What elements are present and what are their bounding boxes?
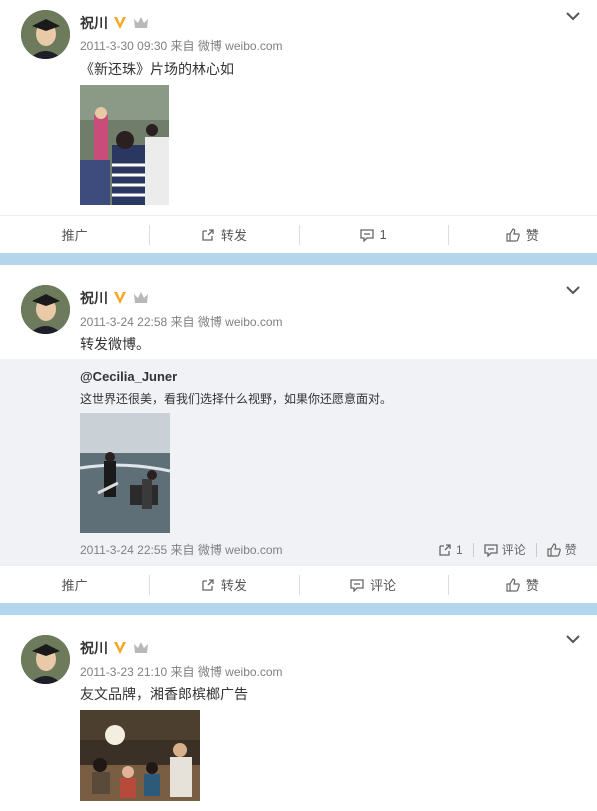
weibo-post-3: 祝川 2011-3-23 21:10 来自 微博 weibo.com 友文品牌，… xyxy=(0,615,597,811)
reposted-photo[interactable] xyxy=(80,413,170,533)
repost-button[interactable]: 转发 xyxy=(149,566,298,603)
action-bar: 推广 转发 评论 赞 xyxy=(0,565,597,603)
share-icon xyxy=(439,543,451,556)
like-icon xyxy=(547,542,561,557)
author-name[interactable]: 祝川 xyxy=(80,639,108,657)
repost-label: 转发 xyxy=(220,228,247,243)
like-icon xyxy=(506,227,520,242)
reposted-actions: 1 评论 赞 xyxy=(438,541,577,558)
share-icon xyxy=(202,228,214,241)
comment-label: 评论 xyxy=(370,578,397,593)
reposted-like-button[interactable]: 赞 xyxy=(547,541,577,558)
like-label: 赞 xyxy=(525,578,539,593)
chevron-down-icon[interactable] xyxy=(565,10,581,22)
post-meta[interactable]: 2011-3-30 09:30 来自 微博 weibo.com xyxy=(80,38,283,54)
post-text: 友文品牌，湘香郎槟榔广告 xyxy=(80,686,248,702)
reposted-content: @Cecilia_Juner 这世界还很美，看我们选择什么视野，如果你还愿意面对… xyxy=(0,359,597,565)
post-meta[interactable]: 2011-3-24 22:58 来自 微博 weibo.com xyxy=(80,314,283,330)
post-photo[interactable] xyxy=(80,710,200,801)
crown-icon[interactable] xyxy=(133,16,149,30)
weibo-post-2: 祝川 2011-3-24 22:58 来自 微博 weibo.com 转发微博。… xyxy=(0,265,597,603)
comment-button[interactable]: 1 xyxy=(298,216,448,253)
post-meta[interactable]: 2011-3-23 21:10 来自 微博 weibo.com xyxy=(80,664,283,680)
promote-button[interactable]: 推广 xyxy=(0,566,149,603)
post-text: 《新还珠》片场的林心如 xyxy=(80,61,234,77)
action-bar: 推广 转发 1 赞 xyxy=(0,215,597,253)
reposted-meta[interactable]: 2011-3-24 22:55 来自 微博 weibo.com xyxy=(80,541,283,558)
avatar[interactable] xyxy=(21,10,70,59)
verified-v-icon xyxy=(114,642,126,654)
reposted-comment-button[interactable]: 评论 xyxy=(484,541,526,558)
comment-button[interactable]: 评论 xyxy=(298,566,448,603)
comment-icon xyxy=(484,543,498,557)
promote-label: 推广 xyxy=(61,228,88,243)
repost-button[interactable]: 转发 xyxy=(149,216,298,253)
chevron-down-icon[interactable] xyxy=(565,633,581,645)
like-icon xyxy=(506,577,520,592)
verified-v-icon xyxy=(114,292,126,304)
avatar[interactable] xyxy=(21,285,70,334)
reposted-repost-count: 1 xyxy=(456,542,463,557)
weibo-post-1: 祝川 2011-3-30 09:30 来自 微博 weibo.com 《新还珠》… xyxy=(0,0,597,253)
chevron-down-icon[interactable] xyxy=(565,284,581,296)
reposted-comment-label: 评论 xyxy=(501,543,526,557)
repost-label: 转发 xyxy=(220,578,247,593)
reposted-like-label: 赞 xyxy=(564,543,577,557)
reposted-user[interactable]: @Cecilia_Juner xyxy=(80,369,177,384)
reposted-repost-button[interactable]: 1 xyxy=(438,543,463,557)
post-text: 转发微博。 xyxy=(80,336,150,352)
like-label: 赞 xyxy=(525,228,539,243)
crown-icon[interactable] xyxy=(133,291,149,305)
comment-icon xyxy=(350,578,364,592)
like-button[interactable]: 赞 xyxy=(447,566,597,603)
promote-button[interactable]: 推广 xyxy=(0,216,149,253)
avatar[interactable] xyxy=(21,635,70,684)
comment-icon xyxy=(359,228,374,242)
reposted-text: 这世界还很美，看我们选择什么视野，如果你还愿意面对。 xyxy=(80,392,393,406)
like-button[interactable]: 赞 xyxy=(447,216,597,253)
comment-count: 1 xyxy=(379,227,387,242)
post-photo[interactable] xyxy=(80,85,169,205)
verified-v-icon xyxy=(114,17,126,29)
author-name[interactable]: 祝川 xyxy=(80,289,108,307)
author-name[interactable]: 祝川 xyxy=(80,14,108,32)
crown-icon[interactable] xyxy=(133,641,149,655)
share-icon xyxy=(202,578,214,591)
promote-label: 推广 xyxy=(61,578,88,593)
